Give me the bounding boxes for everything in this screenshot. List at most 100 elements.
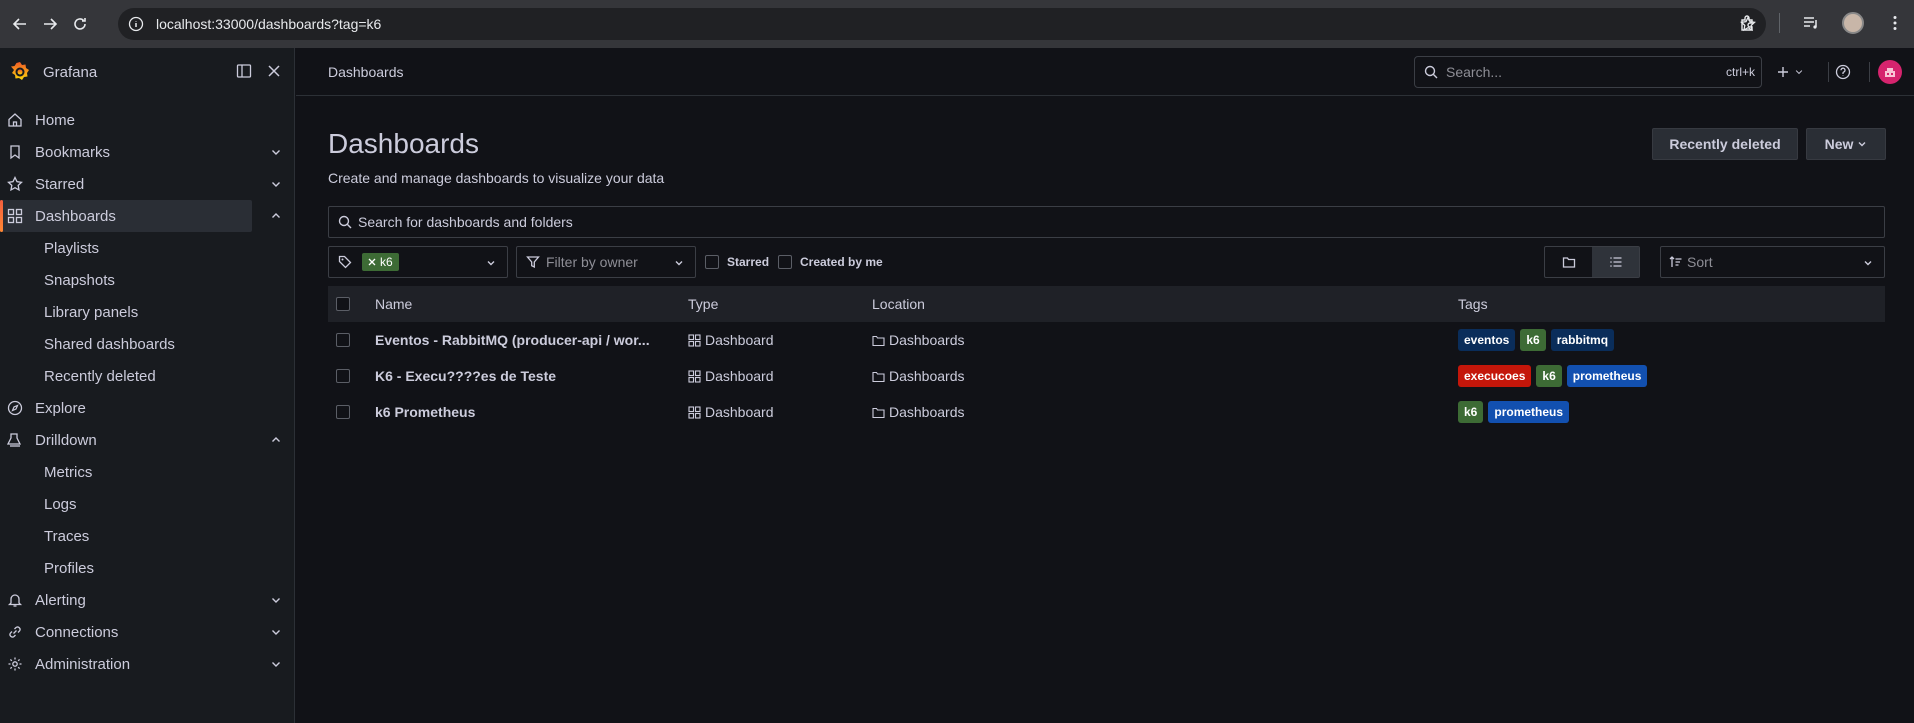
close-icon[interactable]: [266, 63, 282, 79]
tag-badge[interactable]: k6: [1536, 365, 1562, 387]
tag-badge[interactable]: k6: [1520, 329, 1546, 351]
breadcrumb[interactable]: Dashboards: [328, 64, 404, 80]
sidebar-item-connections[interactable]: Connections: [0, 616, 280, 648]
user-avatar[interactable]: [1878, 60, 1902, 84]
apps-icon: [688, 333, 701, 347]
location-label: Dashboards: [889, 404, 965, 420]
sidebar-item-bookmarks[interactable]: Bookmarks: [0, 136, 280, 168]
dashboard-search-input[interactable]: Search for dashboards and folders: [328, 206, 1885, 238]
sidebar-item-snapshots[interactable]: Snapshots: [0, 264, 295, 296]
sidebar-item-playlists[interactable]: Playlists: [0, 232, 295, 264]
address-bar[interactable]: localhost:33000/dashboards?tag=k6: [118, 8, 1766, 40]
table-row[interactable]: k6 Prometheus Dashboard Dashboards k6 pr…: [328, 394, 1885, 430]
new-button[interactable]: New: [1806, 128, 1886, 160]
recently-deleted-button[interactable]: Recently deleted: [1652, 128, 1798, 160]
chevron-down-icon[interactable]: [269, 177, 283, 191]
owner-filter[interactable]: Filter by owner: [516, 246, 696, 278]
sidebar-item-alerting[interactable]: Alerting: [0, 584, 280, 616]
table-row[interactable]: Eventos - RabbitMQ (producer-api / wor..…: [328, 322, 1885, 358]
tag-badge[interactable]: execucoes: [1458, 365, 1532, 387]
tag-badge[interactable]: eventos: [1458, 329, 1516, 351]
created-by-me-filter[interactable]: Created by me: [778, 255, 883, 269]
forward-button[interactable]: [38, 12, 62, 36]
tag-list: k6 prometheus: [1458, 401, 1570, 423]
apps-icon: [688, 405, 701, 419]
sidebar-item-library-panels[interactable]: Library panels: [0, 296, 295, 328]
dashboard-location[interactable]: Dashboards: [872, 332, 965, 348]
list-icon: [1609, 257, 1621, 267]
add-menu-button[interactable]: [1776, 64, 1808, 80]
chevron-down-icon[interactable]: [269, 145, 283, 159]
chevron-up-icon[interactable]: [269, 433, 283, 447]
sidebar-item-recently-deleted[interactable]: Recently deleted: [0, 360, 295, 392]
sidebar-item-starred[interactable]: Starred: [0, 168, 280, 200]
chevron-down-icon[interactable]: [269, 625, 283, 639]
tag-chip[interactable]: k6: [362, 253, 399, 271]
sidebar-item-profiles[interactable]: Profiles: [0, 552, 295, 584]
menu-dots-icon[interactable]: [1886, 14, 1904, 32]
info-icon[interactable]: [128, 16, 144, 32]
tag-badge[interactable]: prometheus: [1566, 365, 1648, 387]
checkbox[interactable]: [336, 405, 350, 419]
checkbox[interactable]: [336, 297, 350, 311]
chevron-down-icon[interactable]: [269, 657, 283, 671]
bell-icon: [7, 594, 23, 607]
drilldown-icon: [7, 433, 22, 447]
select-all-checkbox[interactable]: [336, 297, 350, 314]
sidebar-item-home[interactable]: Home: [0, 104, 252, 136]
arrow-right-icon: [44, 18, 58, 30]
grafana-logo-icon[interactable]: [8, 60, 32, 84]
starred-checkbox[interactable]: [705, 255, 719, 269]
extensions-icon[interactable]: [1739, 14, 1757, 32]
location-label: Dashboards: [889, 368, 965, 384]
profile-avatar[interactable]: [1842, 12, 1864, 34]
sidebar-item-traces[interactable]: Traces: [0, 520, 295, 552]
sidebar-item-administration[interactable]: Administration: [0, 648, 280, 680]
tag-badge[interactable]: k6: [1458, 401, 1484, 423]
reload-icon: [74, 18, 86, 30]
main-content: Dashboards Create and manage dashboards …: [296, 96, 1914, 723]
sidebar-item-drilldown[interactable]: Drilldown: [0, 424, 280, 456]
column-header-location: Location: [872, 296, 925, 312]
browser-actions: [1739, 12, 1904, 34]
checkbox[interactable]: [336, 333, 350, 347]
dashboard-location[interactable]: Dashboards: [872, 368, 965, 384]
tag-badge[interactable]: rabbitmq: [1550, 329, 1615, 351]
dashboard-name-link[interactable]: K6 - Execu????es de Teste: [375, 368, 556, 384]
url-text[interactable]: localhost:33000/dashboards?tag=k6: [156, 16, 381, 32]
remove-tag-icon[interactable]: [368, 258, 376, 266]
chevron-down-icon[interactable]: [269, 593, 283, 607]
global-search-input[interactable]: Search... ctrl+k: [1414, 56, 1762, 88]
sidebar-item-logs[interactable]: Logs: [0, 488, 295, 520]
created-by-me-checkbox[interactable]: [778, 255, 792, 269]
starred-filter[interactable]: Starred: [705, 255, 769, 269]
list-view-button[interactable]: [1592, 247, 1639, 277]
help-icon[interactable]: [1835, 64, 1851, 80]
star-icon: [7, 176, 23, 192]
row-checkbox[interactable]: [336, 369, 350, 386]
reload-button[interactable]: [68, 12, 92, 36]
sort-icon: [1669, 256, 1682, 267]
tag-badge[interactable]: prometheus: [1488, 401, 1570, 423]
sidebar-item-dashboards[interactable]: Dashboards: [0, 200, 280, 232]
media-controls-icon[interactable]: [1802, 14, 1820, 32]
tag-filter[interactable]: k6: [328, 246, 508, 278]
home-icon: [8, 113, 22, 127]
dashboard-location[interactable]: Dashboards: [872, 404, 965, 420]
dock-menu-icon[interactable]: [236, 63, 252, 79]
chevron-up-icon[interactable]: [269, 209, 283, 223]
sidebar-item-explore[interactable]: Explore: [0, 392, 252, 424]
table-row[interactable]: K6 - Execu????es de Teste Dashboard Dash…: [328, 358, 1885, 394]
sort-select[interactable]: Sort: [1660, 246, 1885, 278]
dashboard-name-link[interactable]: k6 Prometheus: [375, 404, 475, 420]
sidebar-item-shared-dashboards[interactable]: Shared dashboards: [0, 328, 295, 360]
folder-view-button[interactable]: [1545, 247, 1592, 277]
back-button[interactable]: [8, 12, 32, 36]
row-checkbox[interactable]: [336, 333, 350, 350]
sidebar-item-label: Drilldown: [35, 431, 97, 449]
sidebar-item-metrics[interactable]: Metrics: [0, 456, 295, 488]
dashboard-name-link[interactable]: Eventos - RabbitMQ (producer-api / wor..…: [375, 332, 650, 348]
link-icon: [9, 626, 21, 638]
checkbox[interactable]: [336, 369, 350, 383]
row-checkbox[interactable]: [336, 405, 350, 422]
